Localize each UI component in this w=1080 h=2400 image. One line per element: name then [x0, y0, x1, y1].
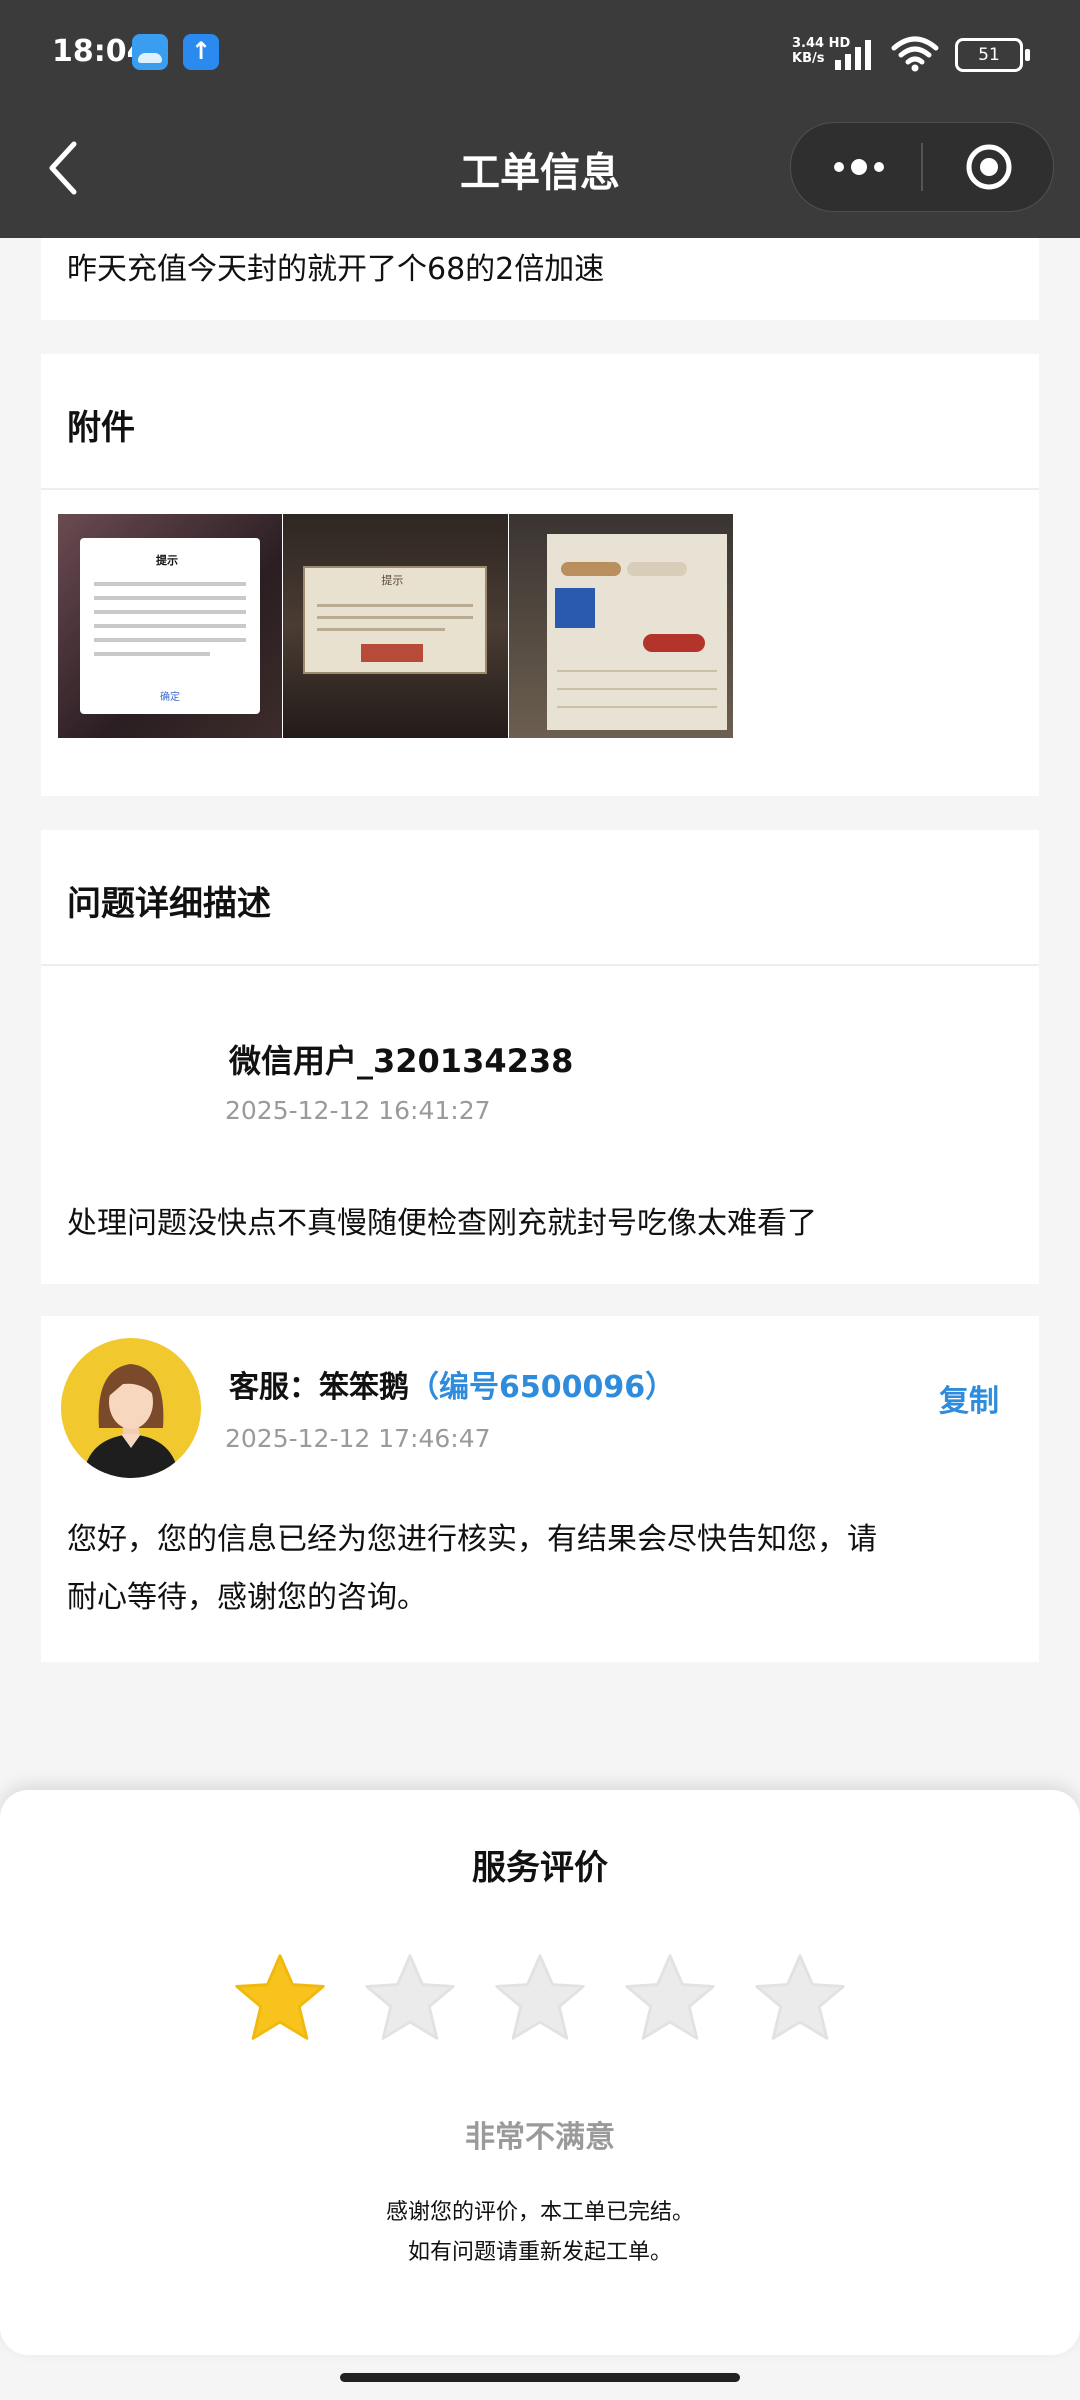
rating-result-text: 非常不满意 — [465, 2120, 615, 2155]
close-miniprogram-icon[interactable] — [965, 143, 1013, 191]
agent-name: 笨笨鹅 — [319, 1370, 409, 1405]
attachment-image-1[interactable]: 提示 确定 — [58, 514, 283, 738]
issue-summary-text: 昨天充值今天封的就开了个68的2倍加速 — [67, 252, 605, 287]
upload-app-icon: ↑ — [183, 34, 219, 70]
reply-message-line2: 耐心等待，感谢您的咨询。 — [67, 1580, 427, 1615]
net-speed-unit: KB/s — [792, 51, 825, 66]
star-2-icon[interactable] — [362, 1950, 458, 2046]
nav-bar: 工单信息 — [0, 110, 1080, 238]
attachments-card: 附件 提示 确定 提示 — [41, 354, 1039, 796]
problem-card: 问题详细描述 微信用户_320134238 2025-12-12 16:41:2… — [41, 830, 1039, 1284]
star-4-icon[interactable] — [622, 1950, 718, 2046]
thumb-dialog: 提示 确定 — [80, 538, 260, 714]
thanks-line-1: 感谢您的评价，本工单已完结。 — [385, 2200, 694, 2225]
rating-sheet: 服务评价 非常不满意 感谢您的评价，本工单已完结。 如有问题请重新发起工单。 — [0, 1790, 1080, 2355]
miniprogram-capsule — [790, 122, 1054, 212]
attachment-thumbnails: 提示 确定 提示 — [58, 514, 734, 738]
reply-card: 客服：笨笨鹅（编号6500096） 复制 2025-12-12 17:46:47… — [41, 1316, 1039, 1662]
reply-timestamp: 2025-12-12 17:46:47 — [225, 1424, 491, 1453]
problem-timestamp: 2025-12-12 16:41:27 — [225, 1096, 491, 1125]
reply-message-line1: 您好，您的信息已经为您进行核实，有结果会尽快告知您，请 — [67, 1522, 877, 1557]
star-1-icon[interactable] — [232, 1950, 328, 2046]
attachments-title: 附件 — [67, 408, 135, 448]
more-options-icon[interactable] — [829, 151, 889, 183]
agent-avatar — [61, 1338, 201, 1478]
star-3-icon[interactable] — [492, 1950, 588, 2046]
agent-avatar-icon — [83, 1364, 179, 1478]
divider — [41, 964, 1039, 966]
agent-id: （编号6500096） — [409, 1370, 676, 1405]
weather-app-icon — [132, 34, 168, 70]
rating-stars — [232, 1950, 852, 2050]
battery-level: 51 — [978, 45, 1000, 65]
agent-line: 客服：笨笨鹅（编号6500096） — [229, 1362, 675, 1406]
thumb-character-portrait — [554, 588, 595, 628]
issue-summary-card: 昨天充值今天封的就开了个68的2倍加速 — [41, 238, 1039, 320]
rating-title: 服务评价 — [472, 1848, 608, 1888]
problem-description: 处理问题没快点不真慢随便检查刚充就封号吃像太难看了 — [67, 1206, 817, 1241]
star-5-icon[interactable] — [752, 1950, 848, 2046]
thumb-character-panel — [546, 534, 727, 730]
home-indicator[interactable] — [340, 2373, 740, 2382]
user-name: 微信用户_320134238 — [229, 1042, 574, 1080]
thumb-warning-heading: 提示 — [381, 574, 404, 587]
attachment-image-3[interactable] — [508, 514, 733, 738]
thanks-line-2: 如有问题请重新发起工单。 — [407, 2240, 672, 2265]
status-bar: 18:04 ↑ 3.44 HD KB/s 51 — [0, 0, 1080, 110]
problem-title: 问题详细描述 — [67, 884, 271, 924]
cell-signal-icon — [835, 40, 871, 70]
battery-icon: 51 — [955, 38, 1030, 72]
net-speed-value: 3.44 — [792, 36, 825, 51]
copy-button[interactable]: 复制 — [939, 1376, 999, 1420]
attachment-image-2[interactable]: 提示 — [283, 514, 508, 738]
agent-label: 客服： — [229, 1370, 319, 1405]
thumb-dialog-heading: 提示 — [156, 554, 178, 567]
thumb-confirm-button — [361, 644, 424, 662]
divider — [41, 488, 1039, 490]
thumb-dialog-button: 确定 — [160, 692, 180, 703]
wifi-icon — [891, 36, 939, 72]
capsule-divider — [921, 143, 923, 191]
